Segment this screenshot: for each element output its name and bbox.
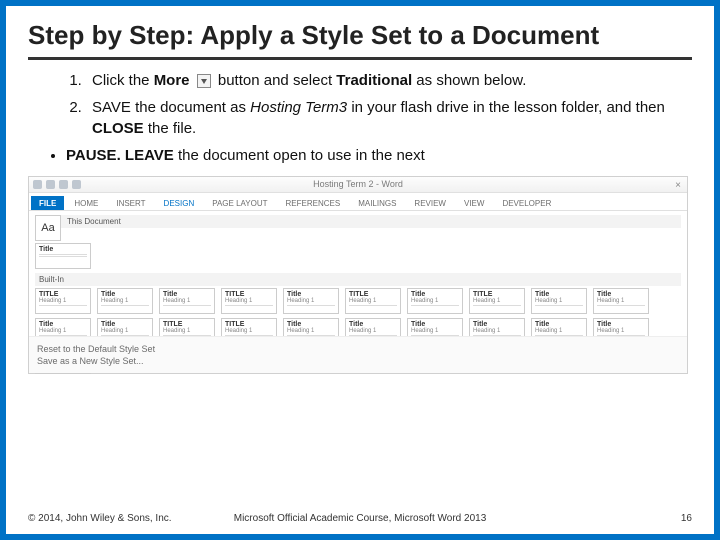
slide-title: Step by Step: Apply a Style Set to a Doc… [28,20,692,51]
tab-developer[interactable]: DEVELOPER [494,196,559,210]
reset-style-set[interactable]: Reset to the Default Style Set [37,343,679,355]
gallery-row-1: TITLEHeading 1 TitleHeading 1 TitleHeadi… [35,288,681,314]
section-builtin: Built-In [35,273,681,286]
step-2: SAVE the document as Hosting Term3 in yo… [86,97,692,139]
tab-references[interactable]: REFERENCES [278,196,349,210]
style-thumb[interactable]: TITLEHeading 1 [345,288,401,314]
step2-text-b: in your flash drive in the lesson folder… [347,99,665,116]
style-thumb[interactable]: TitleHeading 1 [531,288,587,314]
style-thumb[interactable]: TitleHeading 1 [159,288,215,314]
style-thumb[interactable]: TITLEHeading 1 [221,288,277,314]
step1-text-b: button and select [218,72,336,89]
style-thumb[interactable]: TitleHeading 1 [593,288,649,314]
step1-traditional: Traditional [336,72,412,89]
style-thumb[interactable]: TITLEHeading 1 [469,288,525,314]
tab-mailings[interactable]: MAILINGS [350,196,404,210]
quick-access-toolbar [33,180,81,189]
tab-file[interactable]: FILE [31,196,64,210]
thumb-title: Title [39,246,87,253]
window-titlebar: Hosting Term 2 - Word × [29,177,687,193]
themes-button[interactable]: Aa [35,215,61,241]
style-thumb[interactable]: TitleHeading 1 [283,288,339,314]
word-screenshot: Hosting Term 2 - Word × FILE HOME INSERT… [28,176,688,374]
step2-close: CLOSE [92,120,144,137]
gallery-row-thisdoc: Aa This Document Title [35,215,681,269]
ribbon-tabs: FILE HOME INSERT DESIGN PAGE LAYOUT REFE… [29,193,687,211]
slide-footer: © 2014, John Wiley & Sons, Inc. Microsof… [28,513,692,524]
footer-page-number: 16 [681,513,692,524]
style-thumb[interactable]: TitleHeading 1 [97,288,153,314]
tab-pagelayout[interactable]: PAGE LAYOUT [204,196,275,210]
qat-icon [46,180,55,189]
aa-icon: Aa [41,222,54,234]
pause-bold: PAUSE. LEAVE [66,147,174,164]
style-thumb[interactable]: Title [35,243,91,269]
style-thumb[interactable]: TitleHeading 1 [407,288,463,314]
pause-rest: the document open to use in the next [174,147,425,164]
tab-review[interactable]: REVIEW [406,196,454,210]
step1-text-a: Click the [92,72,154,89]
tab-design[interactable]: DESIGN [156,196,203,210]
step2-text-a: SAVE the document as [92,99,250,116]
footer-left: © 2014, John Wiley & Sons, Inc. [28,513,172,524]
numbered-steps: Click the More button and select Traditi… [86,70,692,139]
footer-center: Microsoft Official Academic Course, Micr… [234,513,487,524]
save-as-new-style-set[interactable]: Save as a New Style Set... [37,355,679,367]
slide-frame: Step by Step: Apply a Style Set to a Doc… [0,0,720,540]
step1-more: More [154,72,190,89]
style-thumb[interactable]: TITLEHeading 1 [35,288,91,314]
more-dropdown-icon [197,74,211,88]
tab-insert[interactable]: INSERT [108,196,153,210]
tab-view[interactable]: VIEW [456,196,492,210]
bullet-list: PAUSE. LEAVE the document open to use in… [66,145,692,166]
step-1: Click the More button and select Traditi… [86,70,692,91]
title-underline [28,57,692,60]
tab-home[interactable]: HOME [66,196,106,210]
slide: Step by Step: Apply a Style Set to a Doc… [6,6,714,534]
step2-filename: Hosting Term3 [250,99,347,116]
qat-icon [33,180,42,189]
gallery-footer-links: Reset to the Default Style Set Save as a… [29,336,687,373]
section-this-document: This Document [35,215,681,228]
qat-icon [59,180,68,189]
pause-bullet: PAUSE. LEAVE the document open to use in… [66,145,692,166]
close-icon: × [675,180,681,191]
window-title: Hosting Term 2 - Word [313,179,403,189]
body-text: Click the More button and select Traditi… [28,70,692,166]
step1-text-c: as shown below. [412,72,526,89]
qat-icon [72,180,81,189]
step2-text-c: the file. [144,120,197,137]
